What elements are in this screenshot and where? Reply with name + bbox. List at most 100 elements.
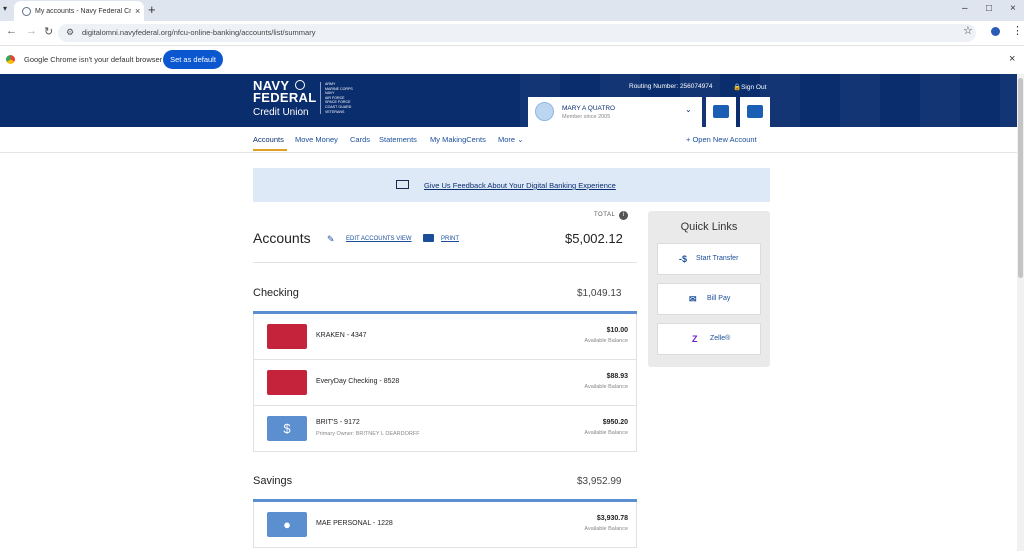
print-link[interactable]: PRINT — [441, 236, 459, 242]
quick-links-title: Quick Links — [680, 221, 738, 233]
nav-more[interactable]: More ⌄ — [498, 135, 523, 144]
account-amount: $950.20 — [602, 419, 628, 426]
site-header: NAVY FEDERAL Credit Union ARMY MARINE CO… — [0, 74, 1017, 127]
nav-statements[interactable]: Statements — [379, 135, 417, 144]
quick-links-panel: Quick Links -$ Start Transfer ✉ Bill Pay… — [648, 211, 770, 367]
forward-icon[interactable]: → — [26, 25, 37, 37]
reload-icon[interactable]: ↻ — [44, 25, 53, 38]
chat-icon — [747, 105, 763, 118]
available-balance-label: Available Balance — [584, 384, 628, 390]
close-window-icon[interactable]: × — [1010, 3, 1016, 14]
account-row[interactable]: EveryDay Checking - 8528 $88.93 Availabl… — [253, 360, 637, 406]
branch-item: VETERANS — [325, 109, 345, 114]
url-text: digitalomni.navyfederal.org/nfcu-online-… — [82, 28, 316, 37]
available-balance-label: Available Balance — [584, 338, 628, 344]
scrollbar-thumb[interactable] — [1018, 78, 1023, 278]
profile-avatar-icon[interactable] — [991, 27, 1000, 36]
address-bar[interactable]: ⚙ digitalomni.navyfederal.org/nfcu-onlin… — [58, 24, 976, 42]
default-browser-message: Google Chrome isn't your default browser — [24, 55, 163, 64]
account-name: KRAKEN - 4347 — [316, 332, 367, 339]
minimize-icon[interactable]: – — [962, 3, 968, 14]
checking-total: $1,049.13 — [577, 288, 622, 299]
zelle-icon: Z — [692, 334, 698, 344]
edit-accounts-view-link[interactable]: EDIT ACCOUNTS VIEW — [346, 236, 412, 242]
logo-line-federal: FEDERAL — [253, 90, 317, 105]
chat-button[interactable] — [740, 97, 770, 127]
routing-number: Routing Number: 256074974 — [629, 83, 713, 90]
close-infobar-icon[interactable]: × — [1009, 53, 1015, 65]
divider — [253, 262, 637, 263]
account-amount: $3,930.78 — [596, 515, 628, 522]
transfer-icon: -$ — [679, 254, 688, 264]
address-bar-row: ← → ↻ ⚙ digitalomni.navyfederal.org/nfcu… — [0, 21, 1024, 46]
logo-credit-union: Credit Union — [253, 107, 309, 118]
bookmark-star-icon[interactable]: ☆ — [963, 24, 973, 37]
browser-tab-strip: ▾ My accounts - Navy Federal Cr... × + –… — [0, 0, 1024, 21]
maximize-icon[interactable]: □ — [986, 3, 992, 14]
branches-list: ARMY MARINE CORPS NAVY AIR FORCE SPACE F… — [320, 82, 353, 115]
chevron-down-icon: ⌄ — [685, 105, 692, 114]
nav-cards[interactable]: Cards — [350, 135, 370, 144]
logo-globe-icon — [295, 80, 305, 90]
account-amount: $10.00 — [606, 327, 628, 334]
savings-title: Savings — [253, 475, 293, 487]
account-row[interactable]: ● MAE PERSONAL - 1228 $3,930.78 Availabl… — [253, 502, 637, 548]
account-row[interactable]: $ BRIT'S - 9172 Primary Owner: BRITNEY L… — [253, 406, 637, 452]
zelle-label: Zelle® — [710, 335, 731, 342]
browser-menu-icon[interactable]: ⋮ — [1012, 24, 1023, 37]
account-name: EveryDay Checking - 8528 — [316, 378, 400, 385]
info-icon[interactable]: i — [619, 211, 628, 220]
dollar-icon: $ — [267, 416, 307, 441]
close-tab-icon[interactable]: × — [135, 6, 140, 16]
feedback-icon — [396, 180, 409, 189]
default-browser-infobar: Google Chrome isn't your default browser… — [0, 46, 1024, 75]
available-balance-label: Available Balance — [584, 430, 628, 436]
account-name: MAE PERSONAL - 1228 — [316, 520, 393, 527]
site-favicon-icon — [22, 6, 31, 16]
bill-pay-icon: ✉ — [689, 294, 697, 304]
feedback-banner: Give Us Feedback About Your Digital Bank… — [253, 168, 770, 202]
nfcu-logo[interactable]: NAVY FEDERAL — [253, 79, 317, 105]
tab-title: My accounts - Navy Federal Cr... — [35, 7, 131, 15]
main-nav: Accounts Move Money Cards Statements My … — [0, 127, 1017, 153]
zelle-button[interactable]: Z Zelle® — [657, 323, 761, 355]
sign-out-label: Sign Out — [741, 84, 767, 91]
tab-search-icon[interactable]: ▾ — [3, 4, 7, 13]
set-default-button[interactable]: Set as default — [163, 50, 223, 69]
available-balance-label: Available Balance — [584, 526, 628, 532]
back-icon[interactable]: ← — [6, 25, 17, 37]
bill-pay-label: Bill Pay — [707, 295, 731, 302]
nav-move-money[interactable]: Move Money — [295, 135, 338, 144]
user-menu[interactable]: MARY A QUATRO Member since 2005 ⌄ — [528, 97, 702, 127]
messages-button[interactable] — [706, 97, 736, 127]
account-amount: $88.93 — [606, 373, 628, 380]
page-scrollbar[interactable] — [1017, 74, 1024, 551]
account-owner: Primary Owner: BRITNEY L DEARDORFF — [316, 431, 420, 437]
page-title: Accounts — [253, 230, 311, 246]
mail-icon — [713, 105, 729, 118]
credit-card-icon — [267, 370, 307, 395]
start-transfer-button[interactable]: -$ Start Transfer — [657, 243, 761, 275]
savings-total: $3,952.99 — [577, 476, 622, 487]
account-name: BRIT'S - 9172 — [316, 419, 360, 426]
sign-out-link[interactable]: 🔒Sign Out — [733, 83, 766, 91]
chevron-down-icon: ⌄ — [517, 135, 524, 144]
new-tab-button[interactable]: + — [148, 2, 156, 17]
bill-pay-button[interactable]: ✉ Bill Pay — [657, 283, 761, 315]
user-name: MARY A QUATRO — [562, 105, 616, 112]
nav-accounts[interactable]: Accounts — [253, 135, 284, 144]
printer-icon — [423, 234, 434, 242]
feedback-link[interactable]: Give Us Feedback About Your Digital Bank… — [424, 181, 616, 190]
checking-title: Checking — [253, 287, 299, 299]
site-info-icon[interactable]: ⚙ — [66, 27, 74, 38]
piggy-bank-icon: ● — [267, 512, 307, 537]
user-avatar-icon — [535, 102, 554, 121]
lock-icon: 🔒 — [733, 84, 742, 91]
nav-makingcents[interactable]: My MakingCents — [430, 135, 486, 144]
open-new-account-link[interactable]: + Open New Account — [686, 135, 757, 144]
browser-tab[interactable]: My accounts - Navy Federal Cr... × — [14, 1, 144, 21]
chrome-logo-icon — [6, 55, 15, 64]
start-transfer-label: Start Transfer — [696, 255, 739, 262]
account-row[interactable]: KRAKEN - 4347 $10.00 Available Balance — [253, 314, 637, 360]
member-since: Member since 2005 — [562, 114, 611, 120]
